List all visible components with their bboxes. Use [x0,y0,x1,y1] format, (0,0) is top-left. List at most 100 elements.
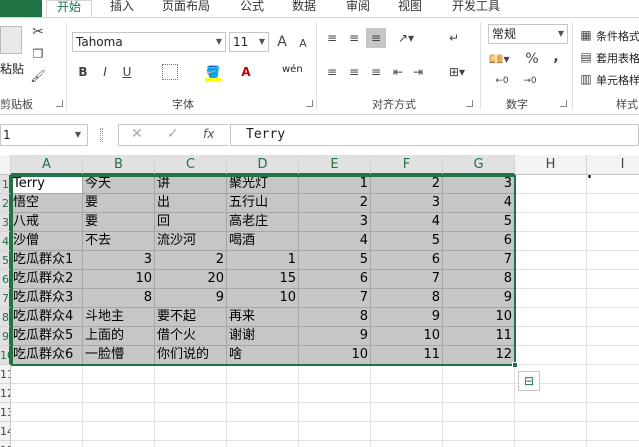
file-tab[interactable] [0,0,42,17]
table-cell[interactable]: 吃瓜群众4 [11,308,83,327]
empty-cell[interactable] [587,422,639,441]
cut-icon[interactable]: ✂ [30,24,46,40]
table-cell[interactable]: 高老庄 [227,213,299,232]
cell-styles-button[interactable]: 单元格样 [596,72,639,88]
table-cell[interactable]: 八戒 [11,213,83,232]
empty-cell[interactable] [443,365,515,384]
empty-cell[interactable] [443,403,515,422]
row-header[interactable]: 14 [0,422,11,441]
empty-cell[interactable] [587,346,639,365]
empty-cell[interactable] [83,384,155,403]
table-cell[interactable]: 12 [443,346,515,365]
table-cell[interactable]: 8 [443,270,515,289]
empty-cell[interactable] [11,441,83,447]
merge-center-icon[interactable]: ⊞▾ [446,64,468,80]
empty-cell[interactable] [371,365,443,384]
table-cell[interactable]: 出 [155,194,227,213]
empty-cell[interactable] [587,441,639,447]
table-cell[interactable]: 要不起 [155,308,227,327]
empty-cell[interactable] [515,327,587,346]
empty-cell[interactable] [587,194,639,213]
table-cell[interactable]: 吃瓜群众6 [11,346,83,365]
clipboard-launcher-icon[interactable] [56,100,63,107]
format-table-button[interactable]: 套用表格 [596,50,639,66]
empty-cell[interactable] [515,289,587,308]
row-header[interactable]: 15 [0,441,11,447]
table-cell[interactable]: 8 [371,289,443,308]
row-header[interactable]: 4 [0,232,11,251]
empty-cell[interactable] [299,403,371,422]
empty-cell[interactable] [443,441,515,447]
table-cell[interactable]: 10 [371,327,443,346]
increase-decimal-icon[interactable]: ←0 [492,74,512,88]
format-painter-icon[interactable]: 🖌 [30,68,46,84]
empty-cell[interactable] [587,289,639,308]
conditional-format-icon[interactable]: ▦ [578,28,594,42]
table-cell[interactable]: 聚光灯 [227,175,299,194]
cancel-icon[interactable]: ✕ [131,126,143,142]
empty-cell[interactable] [587,365,639,384]
table-cell[interactable]: 10 [443,308,515,327]
empty-cell[interactable] [443,422,515,441]
font-size-combo[interactable]: 11 ▼ [229,32,269,52]
table-cell[interactable]: 4 [371,213,443,232]
empty-cell[interactable] [83,441,155,447]
empty-cell[interactable] [515,308,587,327]
table-cell[interactable]: 20 [155,270,227,289]
table-cell[interactable]: 吃瓜群众1 [11,251,83,270]
name-box[interactable]: 1 ▼ [0,124,88,146]
empty-cell[interactable] [299,384,371,403]
empty-cell[interactable] [227,422,299,441]
empty-cell[interactable] [587,308,639,327]
spreadsheet-grid[interactable]: 12 11 10 啥你们说的 一脸懵 吃瓜群众6 11 10 9 谢谢 借个火 上面的 吃瓜群众5 10 9… [0,155,639,447]
tab-page-layout[interactable]: 页面布局 [162,0,210,17]
italic-button[interactable]: I [98,64,112,80]
table-cell[interactable]: 6 [443,232,515,251]
tab-view[interactable]: 视图 [398,0,422,17]
empty-cell[interactable] [515,441,587,447]
table-cell[interactable]: 沙僧 [11,232,83,251]
table-cell[interactable]: 10 [299,346,371,365]
tab-insert[interactable]: 插入 [110,0,134,17]
confirm-icon[interactable]: ✓ [167,126,179,142]
comma-button[interactable]: , [548,48,564,66]
chevron-down-icon[interactable]: ▼ [75,125,81,145]
table-cell[interactable]: 7 [299,289,371,308]
column-header-i[interactable]: I [587,155,639,175]
empty-cell[interactable] [155,441,227,447]
table-cell[interactable]: 喝酒 [227,232,299,251]
paste-label[interactable]: 粘贴 [0,60,24,77]
column-header-d[interactable]: D [227,155,299,175]
empty-cell[interactable] [227,384,299,403]
empty-cell[interactable] [299,441,371,447]
table-cell[interactable]: 不去 [83,232,155,251]
bold-button[interactable]: B [76,64,90,80]
paste-icon[interactable] [0,26,22,54]
table-cell[interactable]: 3 [299,213,371,232]
format-table-icon[interactable]: ▤ [578,50,594,64]
column-header-f[interactable]: F [371,155,443,175]
table-cell[interactable]: 要 [83,213,155,232]
empty-cell[interactable] [587,270,639,289]
table-cell[interactable]: 吃瓜群众2 [11,270,83,289]
table-cell[interactable]: 你们说的 [155,346,227,365]
empty-cell[interactable] [587,327,639,346]
empty-cell[interactable] [227,441,299,447]
fill-handle[interactable] [512,362,518,368]
empty-cell[interactable] [515,194,587,213]
decrease-decimal-icon[interactable]: →0 [520,74,540,88]
row-header[interactable]: 11 [0,365,11,384]
empty-cell[interactable] [443,384,515,403]
table-cell[interactable]: 流沙河 [155,232,227,251]
empty-cell[interactable] [155,384,227,403]
font-name-combo[interactable]: Tahoma ▼ [72,32,226,52]
empty-cell[interactable] [11,365,83,384]
empty-cell[interactable] [227,365,299,384]
row-header[interactable]: 9 [0,327,11,346]
fill-color-icon[interactable]: 🪣 [204,62,222,82]
empty-cell[interactable] [515,422,587,441]
percent-button[interactable]: % [524,50,540,68]
empty-cell[interactable] [587,251,639,270]
border-icon[interactable] [162,64,178,80]
tab-home[interactable]: 开始 [46,0,93,17]
